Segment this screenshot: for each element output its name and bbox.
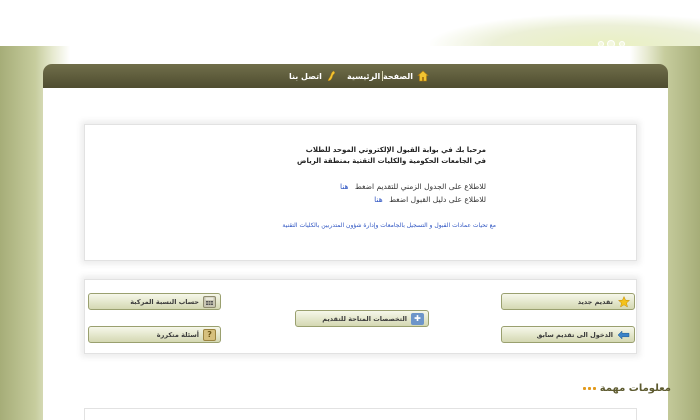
dots-icon xyxy=(582,387,596,390)
guide-text: للاطلاع على دليل القبول اضغط xyxy=(389,195,486,204)
login-previous-button[interactable]: الدخول الى تقديم سابق xyxy=(501,326,635,343)
top-banner xyxy=(0,0,700,72)
welcome-footer: مع تحيات عمادات القبول و التسجيل بالجامع… xyxy=(282,222,496,229)
arrow-left-icon xyxy=(617,329,630,341)
schedule-text: للاطلاع على الجدول الزمني للتقديم اضغط xyxy=(354,182,486,191)
home-icon xyxy=(417,70,429,82)
available-majors-button[interactable]: ✚ التخصصات المتاحة للتقديم xyxy=(295,310,429,327)
top-nav-bar: الصفحة الرئيسية اتصل بنا xyxy=(43,64,668,88)
new-application-button[interactable]: تقديم جديد xyxy=(501,293,635,310)
question-icon: ? xyxy=(203,328,216,341)
welcome-panel: مرحبا بك في بوابة القبول الإلكتروني المو… xyxy=(84,124,637,261)
schedule-link[interactable]: هنا xyxy=(340,182,349,191)
nav-contact[interactable]: اتصل بنا xyxy=(289,68,336,84)
puzzle-icon: ✚ xyxy=(411,312,424,325)
new-application-label: تقديم جديد xyxy=(577,297,613,306)
nav-divider xyxy=(382,71,383,81)
important-info-panel xyxy=(84,408,637,420)
nav-home[interactable]: الصفحة الرئيسية xyxy=(347,68,429,84)
nav-contact-label: اتصل بنا xyxy=(289,71,322,81)
available-majors-label: التخصصات المتاحة للتقديم xyxy=(322,314,407,323)
phone-icon xyxy=(326,70,336,82)
weighted-ratio-label: حساب النسبة المركبة xyxy=(130,297,199,306)
star-icon xyxy=(617,295,630,308)
important-info-heading: معلومات مهمة xyxy=(582,383,671,394)
important-info-title: معلومات مهمة xyxy=(599,383,671,394)
login-previous-label: الدخول الى تقديم سابق xyxy=(536,330,613,339)
calculator-icon xyxy=(203,295,216,308)
welcome-line-1: مرحبا بك في بوابة القبول الإلكتروني المو… xyxy=(305,146,486,154)
guide-link[interactable]: هنا xyxy=(374,195,383,204)
welcome-line-2: في الجامعات الحكومية والكليات التقنية بم… xyxy=(297,157,486,165)
weighted-ratio-button[interactable]: حساب النسبة المركبة xyxy=(88,293,221,310)
guide-line: للاطلاع على دليل القبول اضغط هنا xyxy=(374,196,486,204)
actions-panel: تقديم جديد الدخول الى تقديم سابق ✚ التخص… xyxy=(84,279,637,354)
faq-label: أسئلة متكررة xyxy=(156,330,199,339)
faq-button[interactable]: ? أسئلة متكررة xyxy=(88,326,221,343)
nav-home-label: الصفحة الرئيسية xyxy=(347,71,414,81)
schedule-line: للاطلاع على الجدول الزمني للتقديم اضغط ه… xyxy=(340,183,486,191)
